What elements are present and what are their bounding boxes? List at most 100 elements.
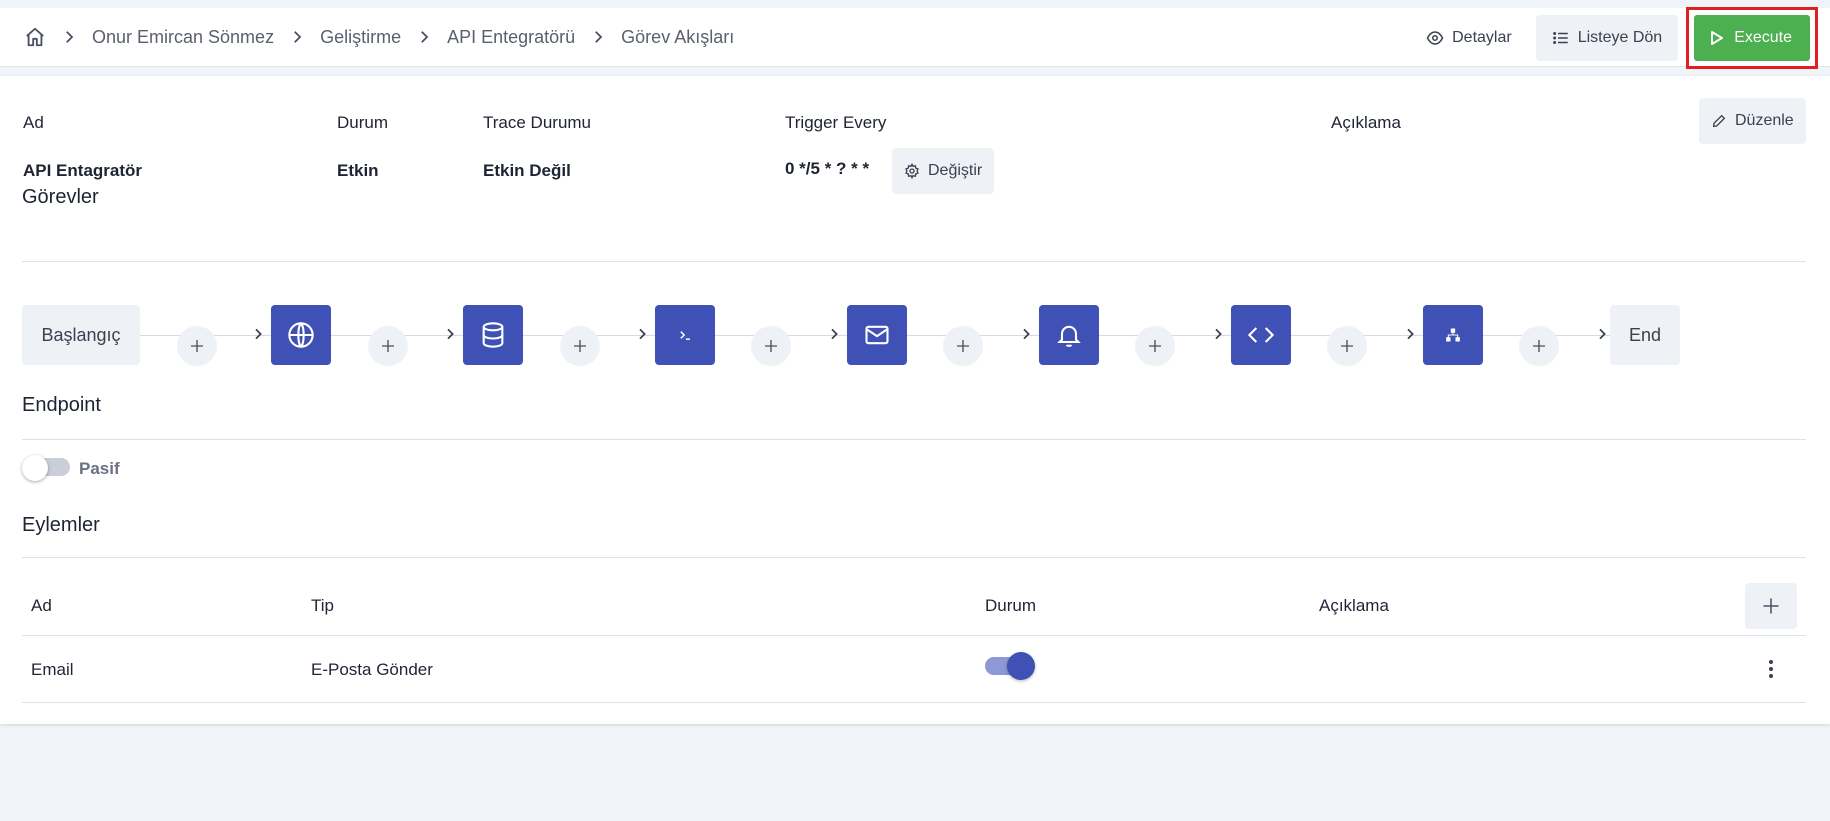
trigger-value: 0 */5 * ? * * xyxy=(785,159,870,178)
breadcrumb: Onur Emircan Sönmez Geliştirme API Enteg… xyxy=(24,26,734,48)
change-trigger-label: Değiştir xyxy=(928,162,983,179)
add-task-button[interactable] xyxy=(560,326,600,366)
task-node-branch[interactable] xyxy=(1423,305,1483,365)
row-menu-icon[interactable] xyxy=(1763,658,1779,680)
task-node-script[interactable] xyxy=(655,305,715,365)
sitemap-icon xyxy=(1446,328,1460,342)
plus-icon xyxy=(1149,340,1161,352)
chevron-right-icon xyxy=(1594,326,1610,342)
add-task-button[interactable] xyxy=(1519,326,1559,366)
task-flow: Başlangıç End xyxy=(22,305,1802,366)
home-icon[interactable] xyxy=(24,26,46,48)
endpoint-section-title: Endpoint xyxy=(22,394,101,416)
action-status-toggle[interactable] xyxy=(985,652,1035,680)
task-node-http[interactable] xyxy=(271,305,331,365)
code-icon xyxy=(1247,327,1275,343)
list-icon xyxy=(1552,31,1568,44)
table-header-type: Tip xyxy=(311,596,334,615)
add-task-button[interactable] xyxy=(368,326,408,366)
table-header-status: Durum xyxy=(985,596,1037,615)
chevron-right-icon xyxy=(288,28,306,46)
table-header-description: Açıklama xyxy=(1319,596,1389,615)
table-header-divider xyxy=(22,635,1806,636)
chevron-right-icon xyxy=(1018,326,1034,342)
add-task-button[interactable] xyxy=(1135,326,1175,366)
chevron-right-icon xyxy=(415,28,433,46)
task-node-code[interactable] xyxy=(1231,305,1291,365)
plus-icon xyxy=(1533,340,1545,352)
flow-start-label: Başlangıç xyxy=(41,324,121,345)
chevron-right-icon xyxy=(826,326,842,342)
tasks-section-title: Görevler xyxy=(22,186,99,208)
execute-button[interactable]: Execute xyxy=(1694,14,1810,61)
plus-icon xyxy=(1763,598,1779,614)
endpoint-toggle[interactable] xyxy=(22,455,70,481)
actions-section-title: Eylemler xyxy=(22,514,100,536)
edit-button[interactable]: Düzenle xyxy=(1699,98,1806,144)
description-label: Açıklama xyxy=(1331,113,1401,132)
back-to-list-button[interactable]: Listeye Dön xyxy=(1535,14,1679,61)
mail-icon xyxy=(865,325,889,345)
bell-icon xyxy=(1057,325,1081,347)
chevron-right-icon xyxy=(1210,326,1226,342)
add-task-button[interactable] xyxy=(177,326,217,366)
task-flow-card: Ad Durum Trace Durumu Trigger Every Açık… xyxy=(0,76,1830,724)
name-label: Ad xyxy=(23,113,44,132)
action-type-cell: E-Posta Gönder xyxy=(311,660,433,679)
details-button[interactable]: Detaylar xyxy=(1410,15,1528,61)
add-action-button[interactable] xyxy=(1745,583,1797,629)
trace-value: Etkin Değil xyxy=(483,161,571,180)
chevron-right-icon xyxy=(250,326,266,342)
breadcrumb-item-development[interactable]: Geliştirme xyxy=(320,27,401,48)
status-value: Etkin xyxy=(337,161,379,180)
plus-icon xyxy=(957,340,969,352)
flow-end-label: End xyxy=(1628,324,1662,345)
endpoint-toggle-knob xyxy=(22,455,48,481)
chevron-right-icon xyxy=(634,326,650,342)
add-task-button[interactable] xyxy=(943,326,983,366)
edit-button-label: Düzenle xyxy=(1735,112,1794,129)
task-node-notification[interactable] xyxy=(1039,305,1099,365)
add-task-button[interactable] xyxy=(751,326,791,366)
breadcrumb-item-user[interactable]: Onur Emircan Sönmez xyxy=(92,27,274,48)
terminal-icon xyxy=(680,331,690,340)
pencil-icon xyxy=(1712,114,1726,128)
plus-icon xyxy=(191,340,203,352)
breadcrumb-item-api-integrator[interactable]: API Entegratörü xyxy=(447,27,575,48)
eye-icon xyxy=(1426,30,1444,45)
globe-icon xyxy=(288,321,314,349)
plus-icon xyxy=(765,340,777,352)
play-icon xyxy=(1711,30,1724,45)
flow-start-node[interactable]: Başlangıç xyxy=(22,305,140,365)
endpoint-divider xyxy=(22,439,1806,440)
plus-icon xyxy=(574,340,586,352)
task-node-database[interactable] xyxy=(463,305,523,365)
flow-end-node[interactable]: End xyxy=(1610,305,1680,365)
action-name-cell: Email xyxy=(31,660,74,679)
gear-icon xyxy=(905,163,919,179)
chevron-right-icon xyxy=(1402,326,1418,342)
trace-label: Trace Durumu xyxy=(483,113,592,132)
chevron-right-icon xyxy=(589,28,607,46)
trigger-label: Trigger Every xyxy=(785,113,887,132)
database-icon xyxy=(482,322,504,348)
chevron-right-icon xyxy=(442,326,458,342)
breadcrumb-item-task-flows: Görev Akışları xyxy=(621,26,735,47)
endpoint-status-label: Pasif xyxy=(79,459,120,478)
plus-icon xyxy=(382,340,394,352)
chevron-right-icon xyxy=(60,28,78,46)
execute-highlight: Execute xyxy=(1686,6,1818,69)
execute-label: Execute xyxy=(1734,28,1792,46)
back-to-list-label: Listeye Dön xyxy=(1577,28,1663,46)
details-button-label: Detaylar xyxy=(1452,28,1512,46)
name-value: API Entagratör xyxy=(23,161,143,180)
status-label: Durum xyxy=(337,113,389,132)
add-task-button[interactable] xyxy=(1327,326,1367,366)
change-trigger-button[interactable]: Değiştir xyxy=(892,148,995,194)
table-row-divider xyxy=(22,702,1806,703)
actions-divider xyxy=(22,557,1806,558)
action-status-toggle-knob xyxy=(1007,652,1035,680)
task-node-email[interactable] xyxy=(847,305,907,365)
page-header: Onur Emircan Sönmez Geliştirme API Enteg… xyxy=(0,6,1830,69)
table-header-name: Ad xyxy=(31,596,52,615)
